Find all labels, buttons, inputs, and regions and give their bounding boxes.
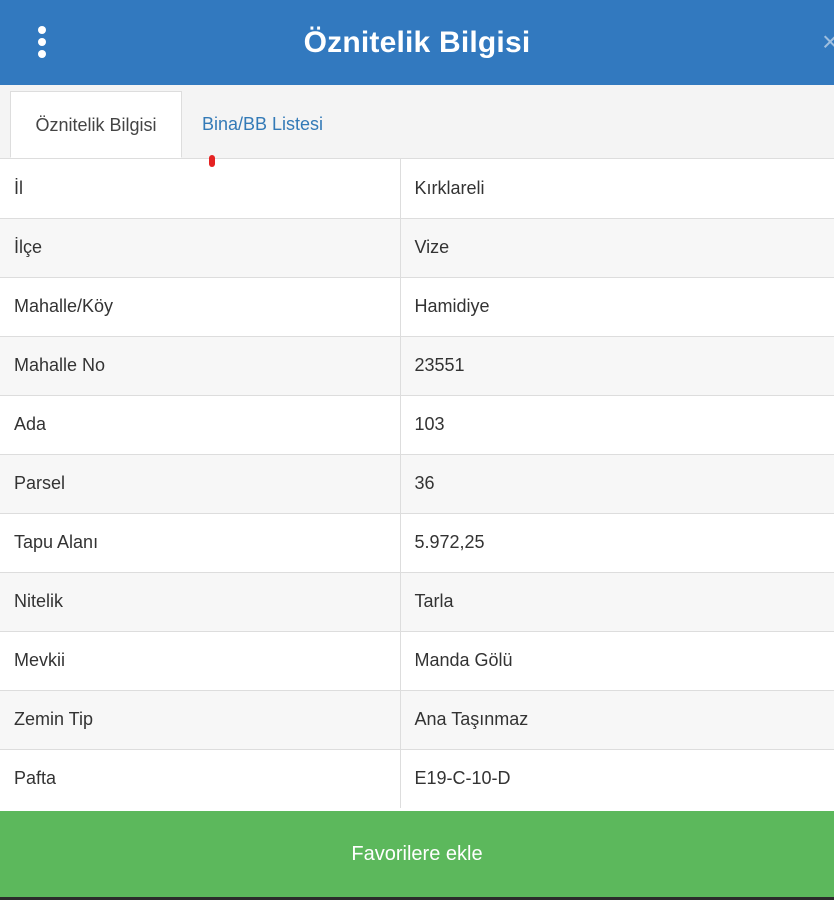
- table-row: İlçe Vize: [0, 217, 834, 277]
- attribute-value: Hamidiye: [400, 276, 834, 336]
- table-row: İl Kırklareli: [0, 159, 834, 218]
- attribute-table: İl Kırklareli İlçe Vize Mahalle/Köy Hami…: [0, 159, 834, 808]
- attribute-value: Manda Gölü: [400, 630, 834, 690]
- attribute-key: Tapu Alanı: [0, 512, 401, 572]
- table-row: Parsel 36: [0, 453, 834, 513]
- table-row: Nitelik Tarla: [0, 571, 834, 631]
- panel-header: Öznitelik Bilgisi ×: [0, 0, 834, 85]
- attribute-value: Tarla: [400, 571, 834, 631]
- table-row: Mahalle/Köy Hamidiye: [0, 276, 834, 336]
- panel-title: Öznitelik Bilgisi: [303, 26, 531, 59]
- attribute-value: Vize: [400, 217, 834, 277]
- attribute-key: Ada: [0, 394, 401, 454]
- attribute-key: Nitelik: [0, 571, 401, 631]
- table-row: Zemin Tip Ana Taşınmaz: [0, 689, 834, 749]
- attribute-value: Kırklareli: [414, 177, 485, 198]
- attribute-value: 103: [400, 394, 834, 454]
- tab-bar: Öznitelik Bilgisi Bina/BB Listesi: [0, 85, 834, 159]
- table-row: Tapu Alanı 5.972,25: [0, 512, 834, 572]
- attribute-value: 23551: [400, 335, 834, 395]
- attribute-key: Mahalle/Köy: [0, 276, 401, 336]
- table-row: Mahalle No 23551: [0, 335, 834, 395]
- attribute-key: Zemin Tip: [0, 689, 401, 749]
- close-icon[interactable]: ×: [822, 24, 834, 60]
- attribute-value: 36: [400, 453, 834, 513]
- add-favorites-button[interactable]: Favorilere ekle: [0, 811, 834, 897]
- attribute-key: Pafta: [0, 748, 401, 808]
- table-row: Pafta E19-C-10-D: [0, 748, 834, 808]
- attribute-panel: Öznitelik Bilgisi × Öznitelik Bilgisi Bi…: [0, 0, 834, 900]
- attribute-key: İlçe: [0, 217, 401, 277]
- tab-building-list[interactable]: Bina/BB Listesi: [202, 91, 323, 158]
- table-row: Ada 103: [0, 394, 834, 454]
- attribute-key: İl: [0, 159, 401, 218]
- attribute-key: Parsel: [0, 453, 401, 513]
- table-row: Mevkii Manda Gölü: [0, 630, 834, 690]
- attribute-value: Ana Taşınmaz: [400, 689, 834, 749]
- attribute-key: Mevkii: [0, 630, 401, 690]
- attribute-value: E19-C-10-D: [400, 748, 834, 808]
- attribute-key: Mahalle No: [0, 335, 401, 395]
- tab-attribute-info[interactable]: Öznitelik Bilgisi: [10, 91, 182, 158]
- attribute-value: 5.972,25: [400, 512, 834, 572]
